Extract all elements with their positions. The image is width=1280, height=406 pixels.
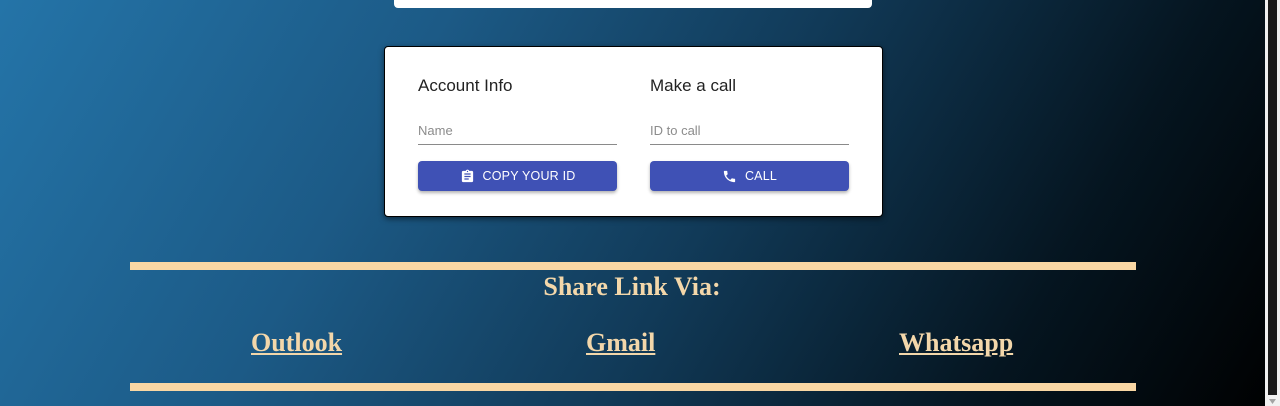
- account-info-title: Account Info: [418, 76, 513, 95]
- share-title: Share Link Via:: [543, 272, 721, 301]
- copy-id-button[interactable]: COPY YOUR ID: [418, 161, 617, 191]
- make-call-title: Make a call: [650, 76, 736, 95]
- share-top-divider: [130, 262, 1136, 270]
- copy-id-button-label: COPY YOUR ID: [482, 169, 576, 183]
- scrollbar-thumb[interactable]: [1268, 0, 1277, 395]
- call-button-label: CALL: [744, 169, 778, 183]
- clipboard-icon: [461, 169, 473, 182]
- scroll-down-arrow-icon[interactable]: [1268, 397, 1277, 405]
- top-card: [394, 0, 872, 8]
- share-gmail-link[interactable]: Gmail: [586, 328, 655, 358]
- id-to-call-input[interactable]: [650, 117, 849, 145]
- call-panel: Account Info COPY YOUR ID Make a call CA…: [384, 46, 883, 217]
- name-input[interactable]: [418, 117, 617, 145]
- share-whatsapp-link[interactable]: Whatsapp: [899, 328, 1013, 358]
- phone-icon: [723, 170, 736, 182]
- call-button[interactable]: CALL: [650, 161, 849, 191]
- vertical-scrollbar[interactable]: [1265, 0, 1280, 406]
- share-bottom-divider: [130, 383, 1136, 391]
- share-outlook-link[interactable]: Outlook: [251, 328, 342, 358]
